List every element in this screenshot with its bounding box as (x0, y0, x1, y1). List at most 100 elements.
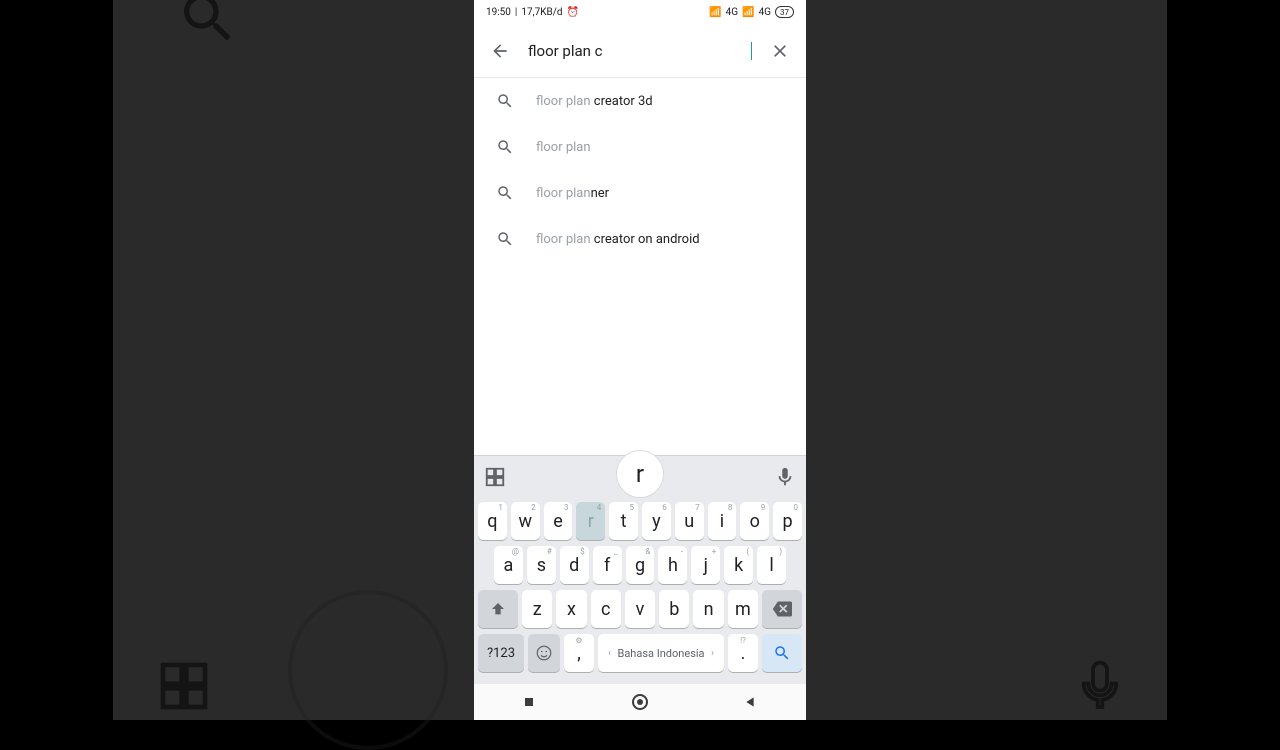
key-u[interactable]: u7 (675, 502, 704, 540)
search-header: floor plan c (474, 24, 806, 78)
key-j[interactable]: j+ (691, 546, 720, 584)
key-row-3: zxcvbnm (478, 590, 802, 628)
key-y[interactable]: y6 (642, 502, 671, 540)
key-q[interactable]: q1 (478, 502, 507, 540)
nav-home-button[interactable] (620, 684, 660, 720)
key-alt: 6 (662, 503, 667, 512)
battery-indicator: 37 (775, 6, 794, 18)
search-icon (496, 138, 514, 156)
search-input[interactable]: floor plan c (528, 42, 753, 60)
key-alt: 5 (630, 503, 635, 512)
key-alt: 7 (695, 503, 700, 512)
suggestion-text: floor planner (536, 186, 609, 201)
symbols-key[interactable]: ?123 (478, 634, 524, 672)
period-key[interactable]: !?. (728, 634, 758, 672)
period-alt: !? (740, 636, 746, 645)
suggestion-text: floor plan creator 3d (536, 94, 653, 109)
backspace-key[interactable] (762, 590, 802, 628)
triangle-left-icon (743, 694, 759, 710)
clear-button[interactable] (762, 33, 798, 69)
signal-label-2: 4G (759, 7, 771, 18)
suggestion-text: floor plan creator on android (536, 232, 700, 247)
key-r[interactable]: r4 (576, 502, 605, 540)
key-t[interactable]: t5 (609, 502, 638, 540)
status-net-rate: 17,7KB/d (521, 7, 562, 18)
suggestion-item[interactable]: floor plan creator 3d (474, 78, 806, 124)
keyboard-suggestion-row: r (474, 456, 806, 498)
key-h[interactable]: h- (658, 546, 687, 584)
key-s[interactable]: s# (527, 546, 556, 584)
signal-icon-2: 📶 (742, 7, 754, 18)
search-icon (773, 644, 791, 662)
status-bar: 19:50 | 17,7KB/d ⏰ 📶 4G 📶 4G 37 (474, 0, 806, 24)
emoji-key[interactable] (528, 634, 560, 672)
key-row-2: a@s#d$f_g&h-j+k(l) (478, 546, 802, 584)
key-alt: & (645, 547, 650, 556)
content-spacer (474, 262, 806, 455)
shift-key[interactable] (478, 590, 518, 628)
key-alt: 3 (564, 503, 569, 512)
square-icon (521, 694, 537, 710)
space-key[interactable]: Bahasa Indonesia (598, 634, 724, 672)
comma-alt: ⚙ (575, 636, 582, 645)
key-alt: 9 (761, 503, 766, 512)
key-v[interactable]: v (625, 590, 655, 628)
key-e[interactable]: e3 (544, 502, 573, 540)
status-time: 19:50 (486, 7, 511, 18)
key-alt: _ (614, 547, 618, 556)
key-a[interactable]: a@ (494, 546, 523, 584)
bg-mic-icon (1072, 658, 1128, 714)
key-g[interactable]: g& (626, 546, 655, 584)
close-icon (770, 41, 790, 61)
key-alt: ( (746, 547, 749, 556)
key-alt: 4 (597, 503, 602, 512)
key-f[interactable]: f_ (593, 546, 622, 584)
key-w[interactable]: w2 (511, 502, 540, 540)
key-b[interactable]: b (659, 590, 689, 628)
keyboard-grid-icon[interactable] (484, 466, 506, 488)
back-button[interactable] (482, 33, 518, 69)
navigation-bar (474, 684, 806, 720)
bg-search-icon (176, 0, 240, 50)
emoji-icon (535, 644, 553, 662)
key-d[interactable]: d$ (560, 546, 589, 584)
suggestion-item[interactable]: floor plan creator on android (474, 216, 806, 262)
key-alt: + (712, 547, 717, 556)
key-l[interactable]: l) (757, 546, 786, 584)
key-alt: 2 (531, 503, 536, 512)
search-icon (496, 184, 514, 202)
key-alt: 8 (728, 503, 733, 512)
key-c[interactable]: c (591, 590, 621, 628)
comma-key[interactable]: ⚙, (564, 634, 594, 672)
key-p[interactable]: p0 (773, 502, 802, 540)
key-row-4: ?123 ⚙, Bahasa Indonesia !?. (478, 634, 802, 672)
key-alt: $ (580, 547, 585, 556)
search-icon (496, 230, 514, 248)
suggestion-item[interactable]: floor plan (474, 124, 806, 170)
nav-back-button[interactable] (731, 684, 771, 720)
key-o[interactable]: o9 (740, 502, 769, 540)
key-alt: 0 (793, 503, 798, 512)
key-row-1: q1w2e3r4t5y6u7i8o9p0 (478, 502, 802, 540)
search-key[interactable] (762, 634, 802, 672)
suggestions-list: floor plan creator 3d floor plan floor pla… (474, 78, 806, 262)
key-alt: @ (512, 547, 519, 556)
key-k[interactable]: k( (724, 546, 753, 584)
key-z[interactable]: z (522, 590, 552, 628)
bg-arc (288, 590, 448, 750)
key-n[interactable]: n (693, 590, 723, 628)
keyboard-mic-icon[interactable] (774, 466, 796, 488)
key-alt: ) (779, 547, 782, 556)
key-x[interactable]: x (556, 590, 586, 628)
shift-icon (490, 601, 506, 617)
backspace-icon (772, 599, 792, 619)
search-icon (496, 92, 514, 110)
key-m[interactable]: m (728, 590, 758, 628)
key-i[interactable]: i8 (708, 502, 737, 540)
key-alt: # (547, 547, 552, 556)
suggestion-item[interactable]: floor planner (474, 170, 806, 216)
nav-recent-button[interactable] (509, 684, 549, 720)
bg-grid-icon (156, 658, 212, 714)
circle-icon (632, 694, 648, 710)
key-alt: 1 (498, 503, 503, 512)
